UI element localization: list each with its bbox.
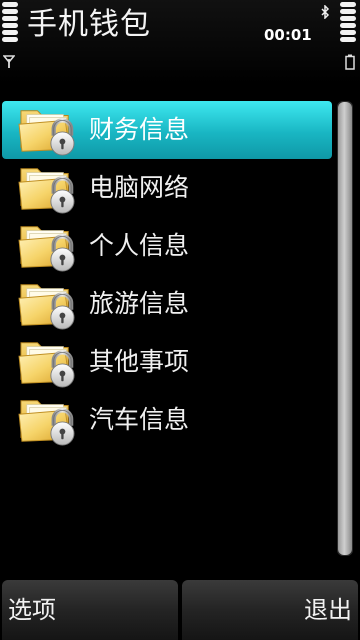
antenna-icon (3, 55, 15, 68)
locked-folder-icon (16, 335, 78, 389)
locked-folder-icon (16, 393, 78, 447)
locked-folder-icon (16, 277, 78, 331)
signal-strength-icon (2, 2, 20, 44)
app-title: 手机钱包 (27, 7, 151, 42)
scrollbar-thumb[interactable] (338, 102, 352, 555)
clock: 00:01 (264, 26, 312, 44)
list-item-label: 电脑网络 (89, 173, 190, 202)
list-item-travel[interactable]: 旅游信息 (2, 275, 332, 333)
scrollbar[interactable] (337, 101, 353, 556)
list-item-other[interactable]: 其他事项 (2, 333, 332, 391)
list-item-label: 旅游信息 (89, 289, 190, 318)
list-item-computer-network[interactable]: 电脑网络 (2, 159, 332, 217)
status-bar: 手机钱包 00:01 (0, 0, 360, 84)
folder-list: 财务信息 电脑网络 个人信息 旅游信息 其他事项 汽车信息 (2, 101, 332, 449)
list-item-personal[interactable]: 个人信息 (2, 217, 332, 275)
exit-softkey[interactable]: 退出 (182, 580, 358, 640)
list-item-label: 财务信息 (89, 115, 190, 144)
battery-level-icon (340, 2, 358, 44)
list-item-car[interactable]: 汽车信息 (2, 391, 332, 449)
options-softkey[interactable]: 选项 (2, 580, 178, 640)
battery-icon (345, 54, 355, 70)
list-item-label: 汽车信息 (89, 405, 190, 434)
locked-folder-icon (16, 103, 78, 157)
locked-folder-icon (16, 219, 78, 273)
list-item-label: 个人信息 (89, 231, 190, 260)
bluetooth-icon (321, 5, 330, 19)
list-item-finance[interactable]: 财务信息 (2, 101, 332, 159)
list-item-label: 其他事项 (89, 347, 190, 376)
locked-folder-icon (16, 161, 78, 215)
